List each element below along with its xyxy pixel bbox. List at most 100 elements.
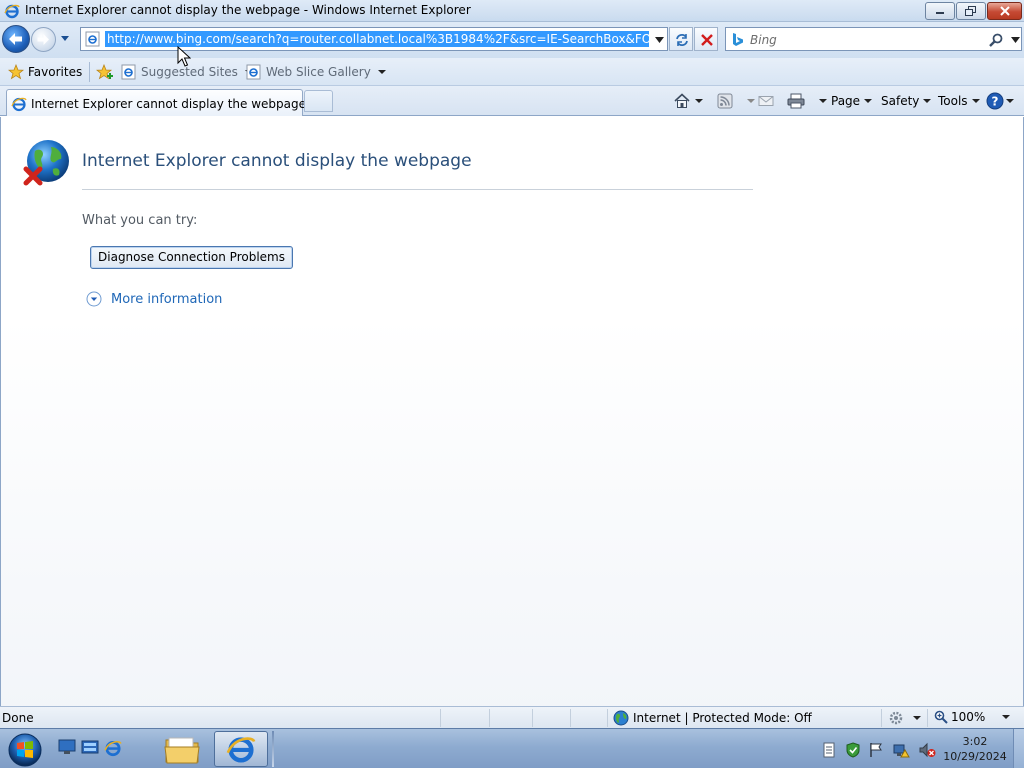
zoom-level-label: 100% — [951, 710, 986, 724]
chevron-down-icon — [864, 99, 873, 103]
minimize-icon — [936, 12, 944, 14]
page-heading: Internet Explorer cannot display the web… — [82, 151, 472, 171]
volume-muted-icon[interactable] — [918, 742, 936, 758]
recent-pages-dropdown-icon[interactable] — [60, 35, 70, 43]
restore-icon — [965, 6, 976, 16]
printer-icon — [787, 93, 805, 109]
restore-button[interactable] — [956, 2, 986, 20]
url-text[interactable]: http://www.bing.com/search?q=router.coll… — [105, 31, 649, 47]
help-icon: ? — [986, 92, 1004, 110]
show-desktop-shortcut-icon[interactable] — [58, 739, 76, 755]
server-manager-icon[interactable] — [81, 739, 99, 755]
favorites-separator — [89, 62, 90, 82]
globe-error-icon — [23, 140, 69, 186]
close-button[interactable] — [987, 2, 1022, 20]
tab-label: Internet Explorer cannot display the web… — [31, 97, 306, 111]
windows-explorer-taskbar-button[interactable] — [155, 731, 209, 767]
safety-menu-button[interactable]: Safety — [881, 92, 932, 110]
status-divider — [532, 709, 533, 727]
home-button[interactable] — [673, 92, 703, 110]
favorites-label: Favorites — [28, 65, 83, 79]
internet-explorer-quicklaunch-icon[interactable] — [104, 739, 122, 757]
favorites-button[interactable]: Favorites — [8, 64, 82, 80]
internet-explorer-taskbar-button[interactable] — [214, 731, 268, 767]
back-arrow-icon — [9, 33, 22, 45]
home-icon — [674, 93, 690, 108]
address-bar[interactable]: http://www.bing.com/search?q=router.coll… — [80, 27, 668, 51]
zoom-level-button[interactable]: 100% — [934, 710, 1011, 724]
security-zone-label: Internet | Protected Mode: Off — [633, 711, 812, 725]
search-options-dropdown-icon[interactable] — [1011, 37, 1020, 43]
search-placeholder[interactable]: Bing — [750, 33, 777, 47]
page-ie-icon — [121, 64, 136, 80]
notification-document-icon[interactable] — [822, 742, 836, 758]
folder-icon — [164, 737, 200, 764]
tab-and-command-bar: Internet Explorer cannot display the web… — [0, 86, 1024, 116]
feeds-button[interactable] — [717, 92, 755, 110]
status-divider — [927, 709, 928, 727]
internet-explorer-icon — [226, 737, 256, 763]
web-slice-gallery-label: Web Slice Gallery — [266, 65, 371, 79]
print-button[interactable] — [787, 92, 827, 110]
heading-divider — [82, 189, 753, 190]
address-dropdown-icon[interactable] — [655, 37, 664, 43]
status-bar: Done Internet | Protected Mode: Off 100% — [0, 706, 1024, 728]
action-center-flag-icon[interactable] — [868, 742, 884, 758]
help-button[interactable]: ? — [986, 92, 1014, 110]
chevron-down-icon — [971, 99, 980, 103]
title-bar: Internet Explorer cannot display the web… — [0, 0, 1024, 22]
chevron-down-icon — [1006, 99, 1014, 103]
page-content: Internet Explorer cannot display the web… — [0, 117, 1024, 706]
start-button[interactable] — [6, 732, 44, 768]
status-divider — [881, 709, 882, 727]
compatibility-refresh-button[interactable] — [669, 27, 693, 51]
read-mail-button[interactable] — [758, 92, 774, 110]
diagnose-connection-problems-button[interactable]: Diagnose Connection Problems — [90, 246, 293, 269]
window-title: Internet Explorer cannot display the web… — [25, 3, 471, 17]
search-icon[interactable] — [988, 32, 1004, 48]
stop-button[interactable] — [694, 27, 718, 51]
status-divider — [489, 709, 490, 727]
security-shield-tray-icon[interactable] — [845, 742, 861, 758]
status-divider — [570, 709, 571, 727]
forward-arrow-icon — [37, 34, 49, 45]
security-settings-button[interactable] — [888, 710, 921, 726]
page-menu-button[interactable]: Page — [831, 92, 873, 110]
internet-globe-icon — [613, 710, 629, 726]
stop-x-icon — [701, 34, 713, 46]
tab-current[interactable]: Internet Explorer cannot display the web… — [6, 89, 306, 116]
svg-text:?: ? — [992, 95, 999, 109]
favorites-star-icon — [8, 64, 24, 80]
page-ie-icon — [85, 31, 100, 47]
back-button[interactable] — [2, 25, 30, 53]
minimize-button[interactable] — [925, 2, 955, 20]
security-gear-icon — [889, 711, 903, 725]
expand-chevron-icon — [86, 291, 102, 307]
chevron-down-icon — [377, 70, 386, 74]
refresh-icon — [676, 34, 688, 46]
search-box[interactable]: Bing — [725, 27, 1022, 51]
bing-logo-icon — [733, 33, 743, 46]
internet-explorer-icon — [4, 4, 20, 19]
show-desktop-button[interactable] — [1013, 729, 1024, 768]
new-tab-button[interactable] — [304, 90, 333, 112]
security-zone[interactable]: Internet | Protected Mode: Off — [613, 710, 812, 726]
add-favorite-star-icon — [96, 64, 113, 80]
navigation-bar: http://www.bing.com/search?q=router.coll… — [0, 22, 1024, 58]
chevron-down-icon — [747, 99, 755, 103]
rss-feed-icon — [717, 93, 733, 109]
favorites-bar: Favorites Suggested Sites Web Slice Gall… — [0, 58, 1024, 86]
more-information-link[interactable]: More information — [86, 291, 222, 307]
page-ie-icon — [11, 97, 27, 112]
chevron-down-icon — [913, 716, 921, 720]
web-slice-gallery-link[interactable]: Web Slice Gallery — [246, 64, 386, 80]
tools-menu-button[interactable]: Tools — [938, 92, 980, 110]
network-warning-icon[interactable] — [893, 742, 911, 758]
close-icon — [999, 6, 1010, 16]
add-to-favorites-bar-button[interactable] — [96, 64, 114, 80]
safety-menu-label: Safety — [881, 94, 920, 108]
chevron-down-icon — [819, 99, 827, 103]
forward-button[interactable] — [31, 27, 56, 52]
mouse-cursor-icon — [177, 46, 191, 67]
system-clock[interactable]: 3:02 10/29/2024 — [940, 734, 1010, 764]
